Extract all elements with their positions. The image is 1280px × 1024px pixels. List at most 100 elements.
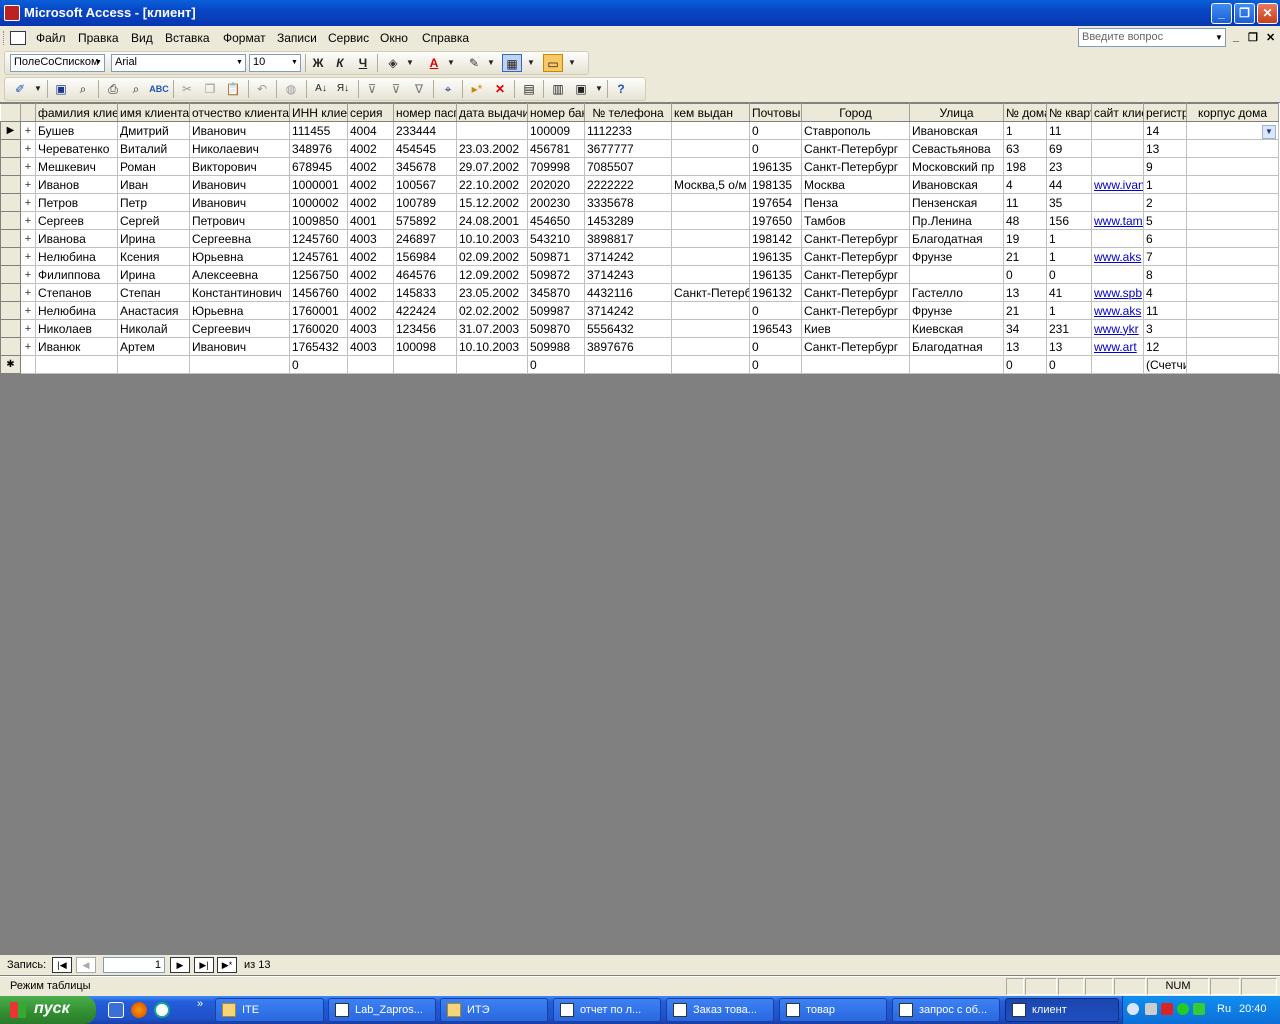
table-cell[interactable]: 4003 [347,229,394,248]
table-cell[interactable]: 1 [1003,121,1047,140]
table-cell[interactable]: 1112233 [584,121,672,140]
table-cell[interactable]: Алексеевна [189,265,290,284]
record-selector[interactable] [0,283,21,302]
table-cell[interactable]: 13 [1046,337,1092,356]
gridlines-icon[interactable]: ▦ [502,54,522,72]
site-link[interactable]: www.ykr [1094,322,1139,336]
table-cell[interactable]: Ксения [117,247,190,266]
table-cell[interactable] [1091,139,1144,158]
table-cell[interactable]: Санкт-Петербург [801,265,910,284]
table-cell[interactable]: www.ykr [1091,319,1144,338]
search-file-icon[interactable]: ⌕ [73,80,93,98]
database-window-icon[interactable]: ▥ [548,80,568,98]
table-cell[interactable]: 4004 [347,121,394,140]
table-cell[interactable]: Ставрополь [801,121,910,140]
table-cell[interactable]: 3 [1143,319,1187,338]
table-cell[interactable]: Санкт-Петербург [801,139,910,158]
table-cell[interactable]: 4 [1143,283,1187,302]
table-cell[interactable]: Московский пр [909,157,1004,176]
table-cell[interactable]: Нелюбина [35,301,118,320]
sort-ascending-icon[interactable]: A↓ [311,80,331,98]
table-cell[interactable]: Иванюк [35,337,118,356]
table-cell[interactable]: Фрунзе [909,301,1004,320]
table-cell[interactable] [1091,355,1144,374]
table-cell[interactable] [801,355,910,374]
chevron-down-icon[interactable]: ▼ [1262,124,1276,139]
record-selector[interactable] [0,193,21,212]
site-link[interactable]: www.spb [1094,286,1142,300]
table-cell[interactable]: Санкт-Петербург [801,247,910,266]
menu-view[interactable]: Вид [131,31,153,45]
table-cell[interactable]: 41 [1046,283,1092,302]
table-cell[interactable] [1186,355,1279,374]
table-cell[interactable] [671,265,750,284]
table-cell[interactable]: Фрунзе [909,247,1004,266]
table-cell[interactable]: 2222222 [584,175,672,194]
help-question-input[interactable]: Введите вопрос ▼ [1078,28,1226,47]
table-cell[interactable]: 196135 [749,157,802,176]
menu-window[interactable]: Окно [380,31,408,45]
table-cell[interactable] [1091,121,1144,140]
table-cell[interactable]: 100567 [393,175,457,194]
table-cell[interactable]: ▼ [1186,121,1279,140]
table-cell[interactable] [671,193,750,212]
table-cell[interactable]: 345678 [393,157,457,176]
table-cell[interactable]: 1456760 [289,283,348,302]
record-selector[interactable] [0,319,21,338]
column-header[interactable]: имя клиента [117,103,190,122]
table-cell[interactable]: Викторович [189,157,290,176]
column-header[interactable]: фамилия клиента [35,103,118,122]
table-cell[interactable]: 4002 [347,139,394,158]
child-restore-button[interactable]: ❐ [1248,31,1258,44]
language-indicator[interactable]: Ru [1217,1003,1231,1015]
table-cell[interactable]: 156984 [393,247,457,266]
subdatasheet-expand-icon[interactable]: + [20,121,36,140]
table-cell[interactable]: www.ivanov [1091,175,1144,194]
subdatasheet-expand-icon[interactable]: + [20,319,36,338]
table-cell[interactable]: Санкт-Петербург [801,337,910,356]
table-cell[interactable]: Бушев [35,121,118,140]
new-record-icon[interactable]: ▸* [467,80,487,98]
table-cell[interactable] [909,265,1004,284]
table-cell[interactable]: 0 [749,301,802,320]
table-cell[interactable]: 196135 [749,247,802,266]
undo-icon[interactable]: ↶ [252,80,272,98]
subdatasheet-expand-icon[interactable]: + [20,283,36,302]
column-header[interactable]: Почтовый [749,103,802,122]
table-cell[interactable]: 233444 [393,121,457,140]
subdatasheet-expand-icon[interactable]: + [20,265,36,284]
table-cell[interactable]: Константинович [189,283,290,302]
table-cell[interactable] [671,229,750,248]
table-cell[interactable]: 196132 [749,283,802,302]
table-cell[interactable]: 543210 [527,229,585,248]
child-minimize-button[interactable]: _ [1233,31,1239,43]
table-cell[interactable]: Пензенская [909,193,1004,212]
table-cell[interactable]: 202020 [527,175,585,194]
table-cell[interactable]: 23 [1046,157,1092,176]
record-selector[interactable] [0,157,21,176]
table-cell[interactable]: 10.10.2003 [456,337,528,356]
table-cell[interactable] [671,337,750,356]
table-cell[interactable]: 0 [1003,355,1047,374]
table-cell[interactable] [1186,319,1279,338]
signal-icon[interactable] [1193,1003,1205,1015]
menu-insert[interactable]: Вставка [165,31,210,45]
record-selector[interactable]: ▶ [0,121,21,140]
table-cell[interactable]: 197650 [749,211,802,230]
table-cell[interactable]: Санкт-Петербург [801,301,910,320]
table-cell[interactable]: 156 [1046,211,1092,230]
table-cell[interactable]: www.aks [1091,301,1144,320]
table-cell[interactable] [671,247,750,266]
special-effect-icon[interactable]: ▭ [543,54,563,72]
properties-icon[interactable]: ▤ [519,80,539,98]
previous-record-button[interactable]: ◀ [76,957,96,973]
spelling-icon[interactable]: ABC [149,80,169,98]
table-cell[interactable] [35,355,118,374]
table-cell[interactable]: Иван [117,175,190,194]
table-cell[interactable]: Виталий [117,139,190,158]
table-cell[interactable]: 3714243 [584,265,672,284]
font-size-combo[interactable]: 10 ▼ [249,54,301,72]
chevron-down-icon[interactable]: ▼ [400,54,420,72]
table-cell[interactable]: 11 [1003,193,1047,212]
table-cell[interactable]: Иванов [35,175,118,194]
